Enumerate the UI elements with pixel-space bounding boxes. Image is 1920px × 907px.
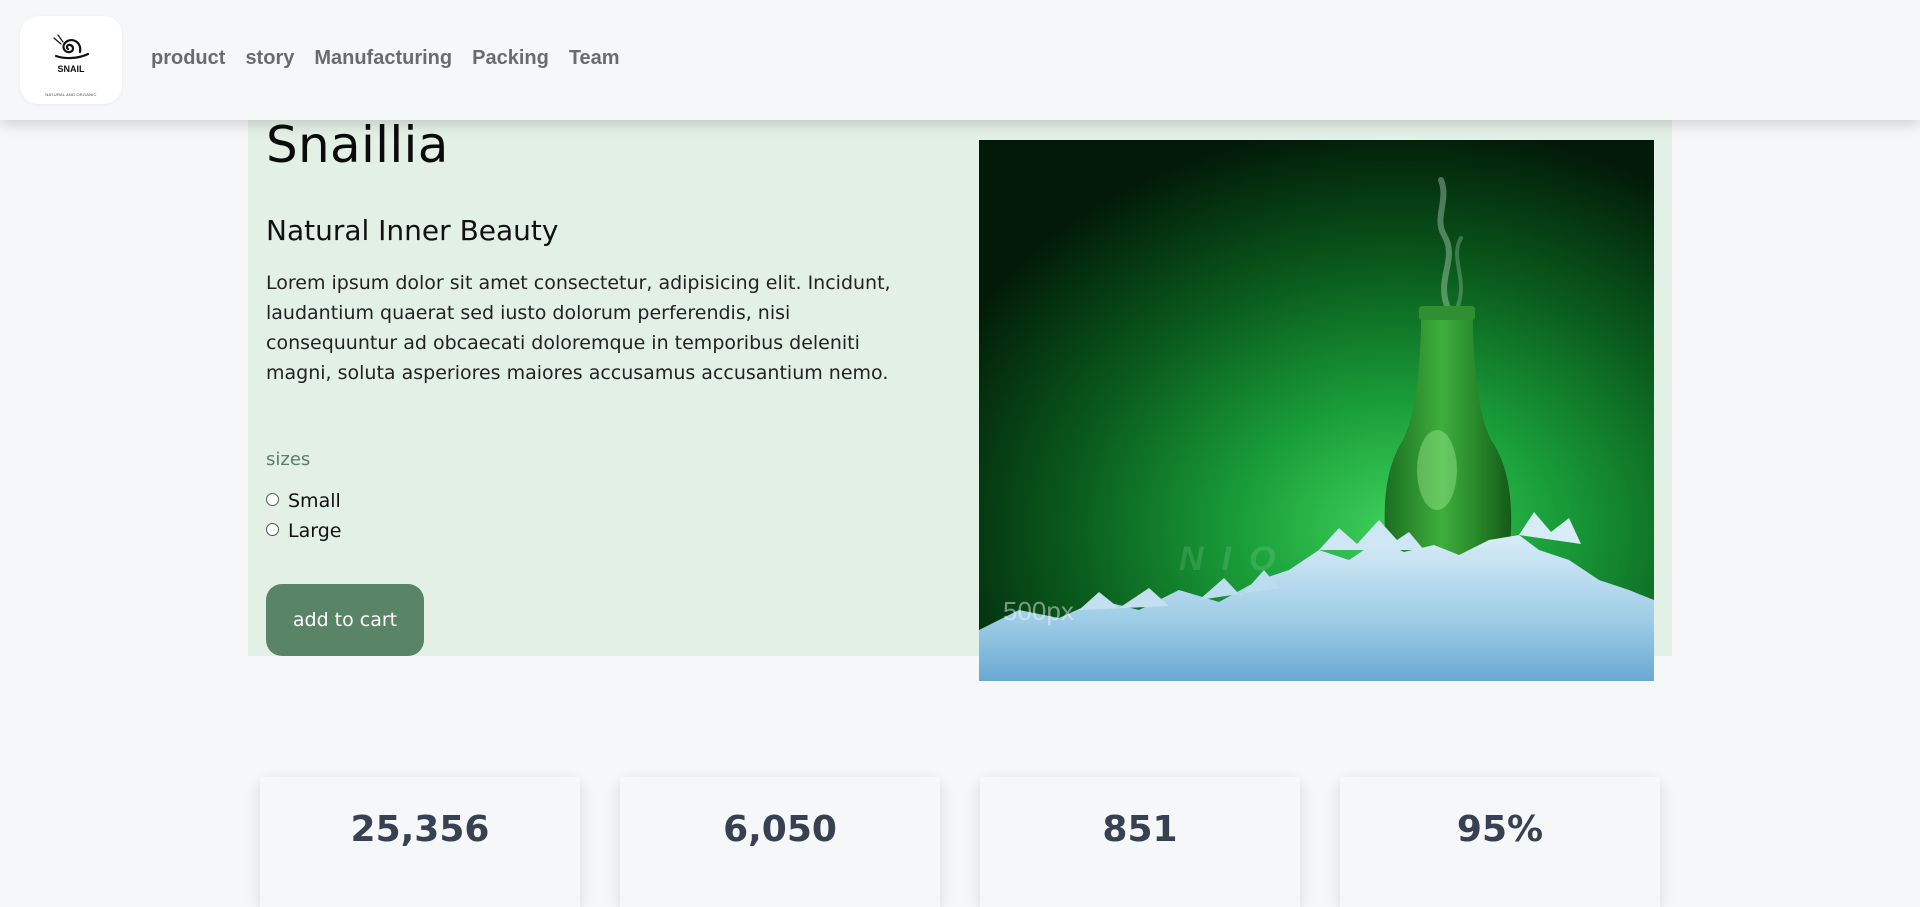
stat-value: 25,356 <box>350 809 490 850</box>
logo-tagline: NATURAL AND ORGANIC <box>45 92 97 97</box>
snail-logo-icon <box>53 34 90 60</box>
stat-card: 6,050 <box>620 777 940 907</box>
nav-item-product[interactable]: product <box>151 47 225 70</box>
sizes-label: sizes <box>266 449 311 470</box>
site-header: SNAIL NATURAL AND ORGANIC product story … <box>0 0 1920 120</box>
nav-item-story[interactable]: story <box>245 47 294 70</box>
brand-logo[interactable]: SNAIL NATURAL AND ORGANIC <box>20 16 122 104</box>
size-small-radio[interactable] <box>266 492 279 506</box>
logo-word: SNAIL <box>57 64 85 74</box>
nav-item-packing[interactable]: Packing <box>472 47 549 70</box>
product-image: NIO 500px <box>979 140 1654 681</box>
size-large-radio[interactable] <box>266 522 279 536</box>
stat-card: 851 <box>980 777 1300 907</box>
size-small-label: Small <box>288 490 341 512</box>
size-option-large[interactable]: Large <box>266 520 341 542</box>
main-nav: product story Manufacturing Packing Team <box>151 47 620 70</box>
size-option-small[interactable]: Small <box>266 490 341 512</box>
add-to-cart-button[interactable]: add to cart <box>266 584 424 656</box>
product-title: Snaillia <box>266 116 449 174</box>
nav-item-team[interactable]: Team <box>569 47 620 70</box>
image-watermark: 500px <box>1003 596 1074 626</box>
stat-value: 6,050 <box>723 809 837 850</box>
stat-value: 851 <box>1102 809 1178 850</box>
stat-card: 95% <box>1340 777 1660 907</box>
svg-text:NIO: NIO <box>1179 540 1293 578</box>
size-large-label: Large <box>288 520 342 542</box>
stat-card: 25,356 <box>260 777 580 907</box>
product-description: Lorem ipsum dolor sit amet consectetur, … <box>266 272 891 384</box>
nav-item-manufacturing[interactable]: Manufacturing <box>314 47 452 70</box>
stat-value: 95% <box>1456 809 1544 850</box>
product-subtitle: Natural Inner Beauty <box>266 214 559 247</box>
